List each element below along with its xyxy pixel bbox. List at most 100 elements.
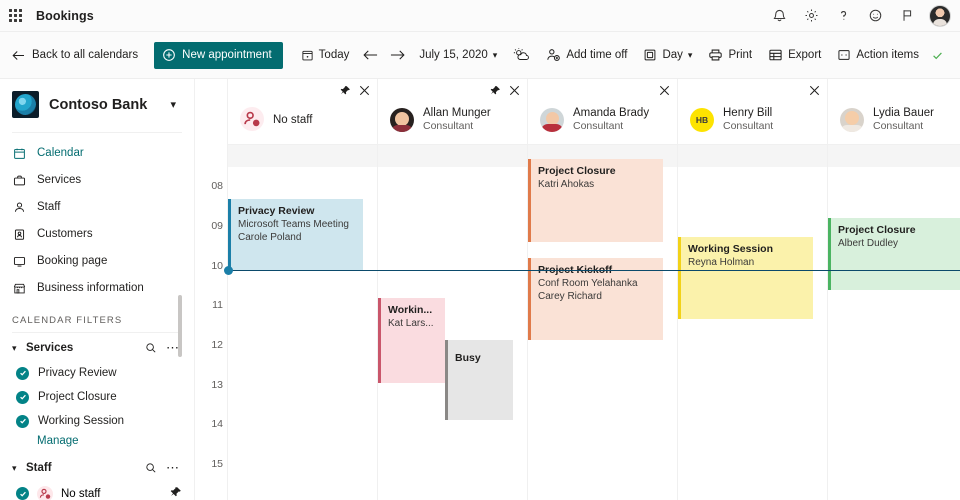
event-title: Project Closure xyxy=(538,164,657,178)
view-selector[interactable]: Day ▾ xyxy=(635,40,700,70)
more-options-icon[interactable]: ⋯ xyxy=(157,464,180,472)
sidebar-item-calendar[interactable]: Calendar xyxy=(0,141,194,165)
today-button[interactable]: Today xyxy=(293,40,358,70)
export-button[interactable]: Export xyxy=(760,40,829,70)
group-label: Staff xyxy=(26,462,136,474)
arrow-right-icon xyxy=(390,49,405,61)
sidebar-label: Customers xyxy=(37,228,93,240)
event-detail: Reyna Holman xyxy=(688,256,807,269)
print-button[interactable]: Print xyxy=(700,40,760,70)
add-time-off-label: Add time off xyxy=(566,49,627,61)
new-appointment-button[interactable]: New appointment xyxy=(154,42,283,69)
header-actions xyxy=(340,83,370,101)
time-label: 09 xyxy=(211,220,223,232)
waffle-icon[interactable] xyxy=(0,0,30,32)
avatar[interactable] xyxy=(929,5,951,27)
event-detail: Carey Richard xyxy=(538,290,657,303)
new-appointment-label: New appointment xyxy=(182,49,272,61)
all-day-row[interactable] xyxy=(827,145,960,167)
help-icon[interactable] xyxy=(827,0,859,32)
group-label: Services xyxy=(26,342,136,354)
sidebar-item-customers[interactable]: Customers xyxy=(0,222,194,246)
time-gutter: 08 09 10 11 12 13 14 15 xyxy=(195,79,227,500)
divider xyxy=(12,332,182,333)
event-detail: Albert Dudley xyxy=(838,237,954,250)
chevron-down-icon: ▾ xyxy=(493,50,498,61)
feedback-icon[interactable] xyxy=(859,0,891,32)
event-title: Privacy Review xyxy=(238,204,357,218)
search-icon[interactable] xyxy=(136,342,157,354)
close-icon[interactable] xyxy=(809,83,820,101)
staff-name: Amanda Brady xyxy=(573,107,649,120)
print-label: Print xyxy=(728,49,752,61)
calendar-icon xyxy=(12,147,27,160)
weather-icon[interactable] xyxy=(505,40,538,70)
person-add-icon xyxy=(546,48,561,62)
close-icon[interactable] xyxy=(659,83,670,101)
avatar xyxy=(390,108,414,132)
staff-identity: Lydia Bauer Consultant xyxy=(840,107,934,133)
sidebar-item-services[interactable]: Services xyxy=(0,168,194,192)
sidebar-item-staff[interactable]: Staff xyxy=(0,195,194,219)
filter-working-session[interactable]: Working Session xyxy=(0,409,194,433)
add-time-off-button[interactable]: Add time off xyxy=(538,40,635,70)
close-icon[interactable] xyxy=(359,83,370,101)
briefcase-icon xyxy=(12,174,27,187)
search-icon[interactable] xyxy=(136,462,157,474)
filter-project-closure[interactable]: Project Closure xyxy=(0,385,194,409)
action-items-button[interactable]: Action items xyxy=(829,40,927,70)
header-actions xyxy=(809,83,820,101)
staff-name: Allan Munger xyxy=(423,107,491,120)
column-body[interactable] xyxy=(827,145,960,500)
chevron-down-icon: ▾ xyxy=(170,98,182,111)
event-detail: Katri Ahokas xyxy=(538,178,657,191)
column-header-no-staff: No staff xyxy=(227,79,377,145)
pin-icon[interactable] xyxy=(490,83,501,101)
event-working-session-truncated[interactable]: Workin... Kat Lars... xyxy=(378,298,445,383)
contoso-logo-icon xyxy=(12,91,39,118)
sidebar-item-business-information[interactable]: Business information xyxy=(0,276,194,300)
event-working-session-henry[interactable]: Working Session Reyna Holman xyxy=(678,237,813,319)
flag-icon[interactable] xyxy=(891,0,923,32)
time-label: 14 xyxy=(211,418,223,430)
pin-icon[interactable] xyxy=(170,486,182,500)
filter-staff-no-staff[interactable]: No staff xyxy=(0,481,194,500)
event-project-closure-lydia[interactable]: Project Closure Albert Dudley xyxy=(828,218,960,290)
time-label: 10 xyxy=(211,260,223,272)
org-switcher[interactable]: Contoso Bank ▾ xyxy=(0,79,194,132)
event-busy[interactable]: Busy xyxy=(445,340,513,420)
filter-privacy-review[interactable]: Privacy Review xyxy=(0,361,194,385)
sidebar-scrollbar[interactable] xyxy=(178,295,182,357)
date-picker[interactable]: July 15, 2020 ▾ xyxy=(411,40,505,70)
staff-role: Consultant xyxy=(873,120,934,133)
column-header-allan-munger: Allan Munger Consultant xyxy=(377,79,527,145)
gear-icon[interactable] xyxy=(795,0,827,32)
pin-icon[interactable] xyxy=(340,83,351,101)
sidebar-label: Calendar xyxy=(37,147,84,159)
staff-label: No staff xyxy=(61,488,100,500)
header-actions xyxy=(490,83,520,101)
bell-icon[interactable] xyxy=(763,0,795,32)
calendar-filters-header: CALENDAR FILTERS xyxy=(0,303,194,332)
all-day-row[interactable] xyxy=(377,145,527,167)
column-body[interactable] xyxy=(677,145,827,500)
services-filter-group-header[interactable]: ▾ Services ⋯ xyxy=(0,335,194,361)
back-to-all-calendars-link[interactable]: Back to all calendars xyxy=(0,49,154,61)
manage-services-link[interactable]: Manage xyxy=(0,433,194,449)
all-day-row[interactable] xyxy=(677,145,827,167)
sidebar-item-booking-page[interactable]: Booking page xyxy=(0,249,194,273)
previous-day-button[interactable] xyxy=(357,40,384,70)
next-day-button[interactable] xyxy=(384,40,411,70)
chevron-down-icon: ▾ xyxy=(688,50,693,61)
all-day-row[interactable] xyxy=(227,145,377,167)
time-label: 13 xyxy=(211,379,223,391)
staff-identity: Amanda Brady Consultant xyxy=(540,107,649,133)
more-options-icon[interactable]: ⋯ xyxy=(157,344,180,352)
staff-identity: HB Henry Bill Consultant xyxy=(690,107,773,133)
event-privacy-review[interactable]: Privacy Review Microsoft Teams Meeting C… xyxy=(228,199,363,271)
staff-filter-group-header[interactable]: ▾ Staff ⋯ xyxy=(0,455,194,481)
close-icon[interactable] xyxy=(509,83,520,101)
event-project-closure-amanda[interactable]: Project Closure Katri Ahokas xyxy=(528,159,663,242)
view-label: Day xyxy=(662,49,682,61)
monitor-icon xyxy=(12,255,27,268)
